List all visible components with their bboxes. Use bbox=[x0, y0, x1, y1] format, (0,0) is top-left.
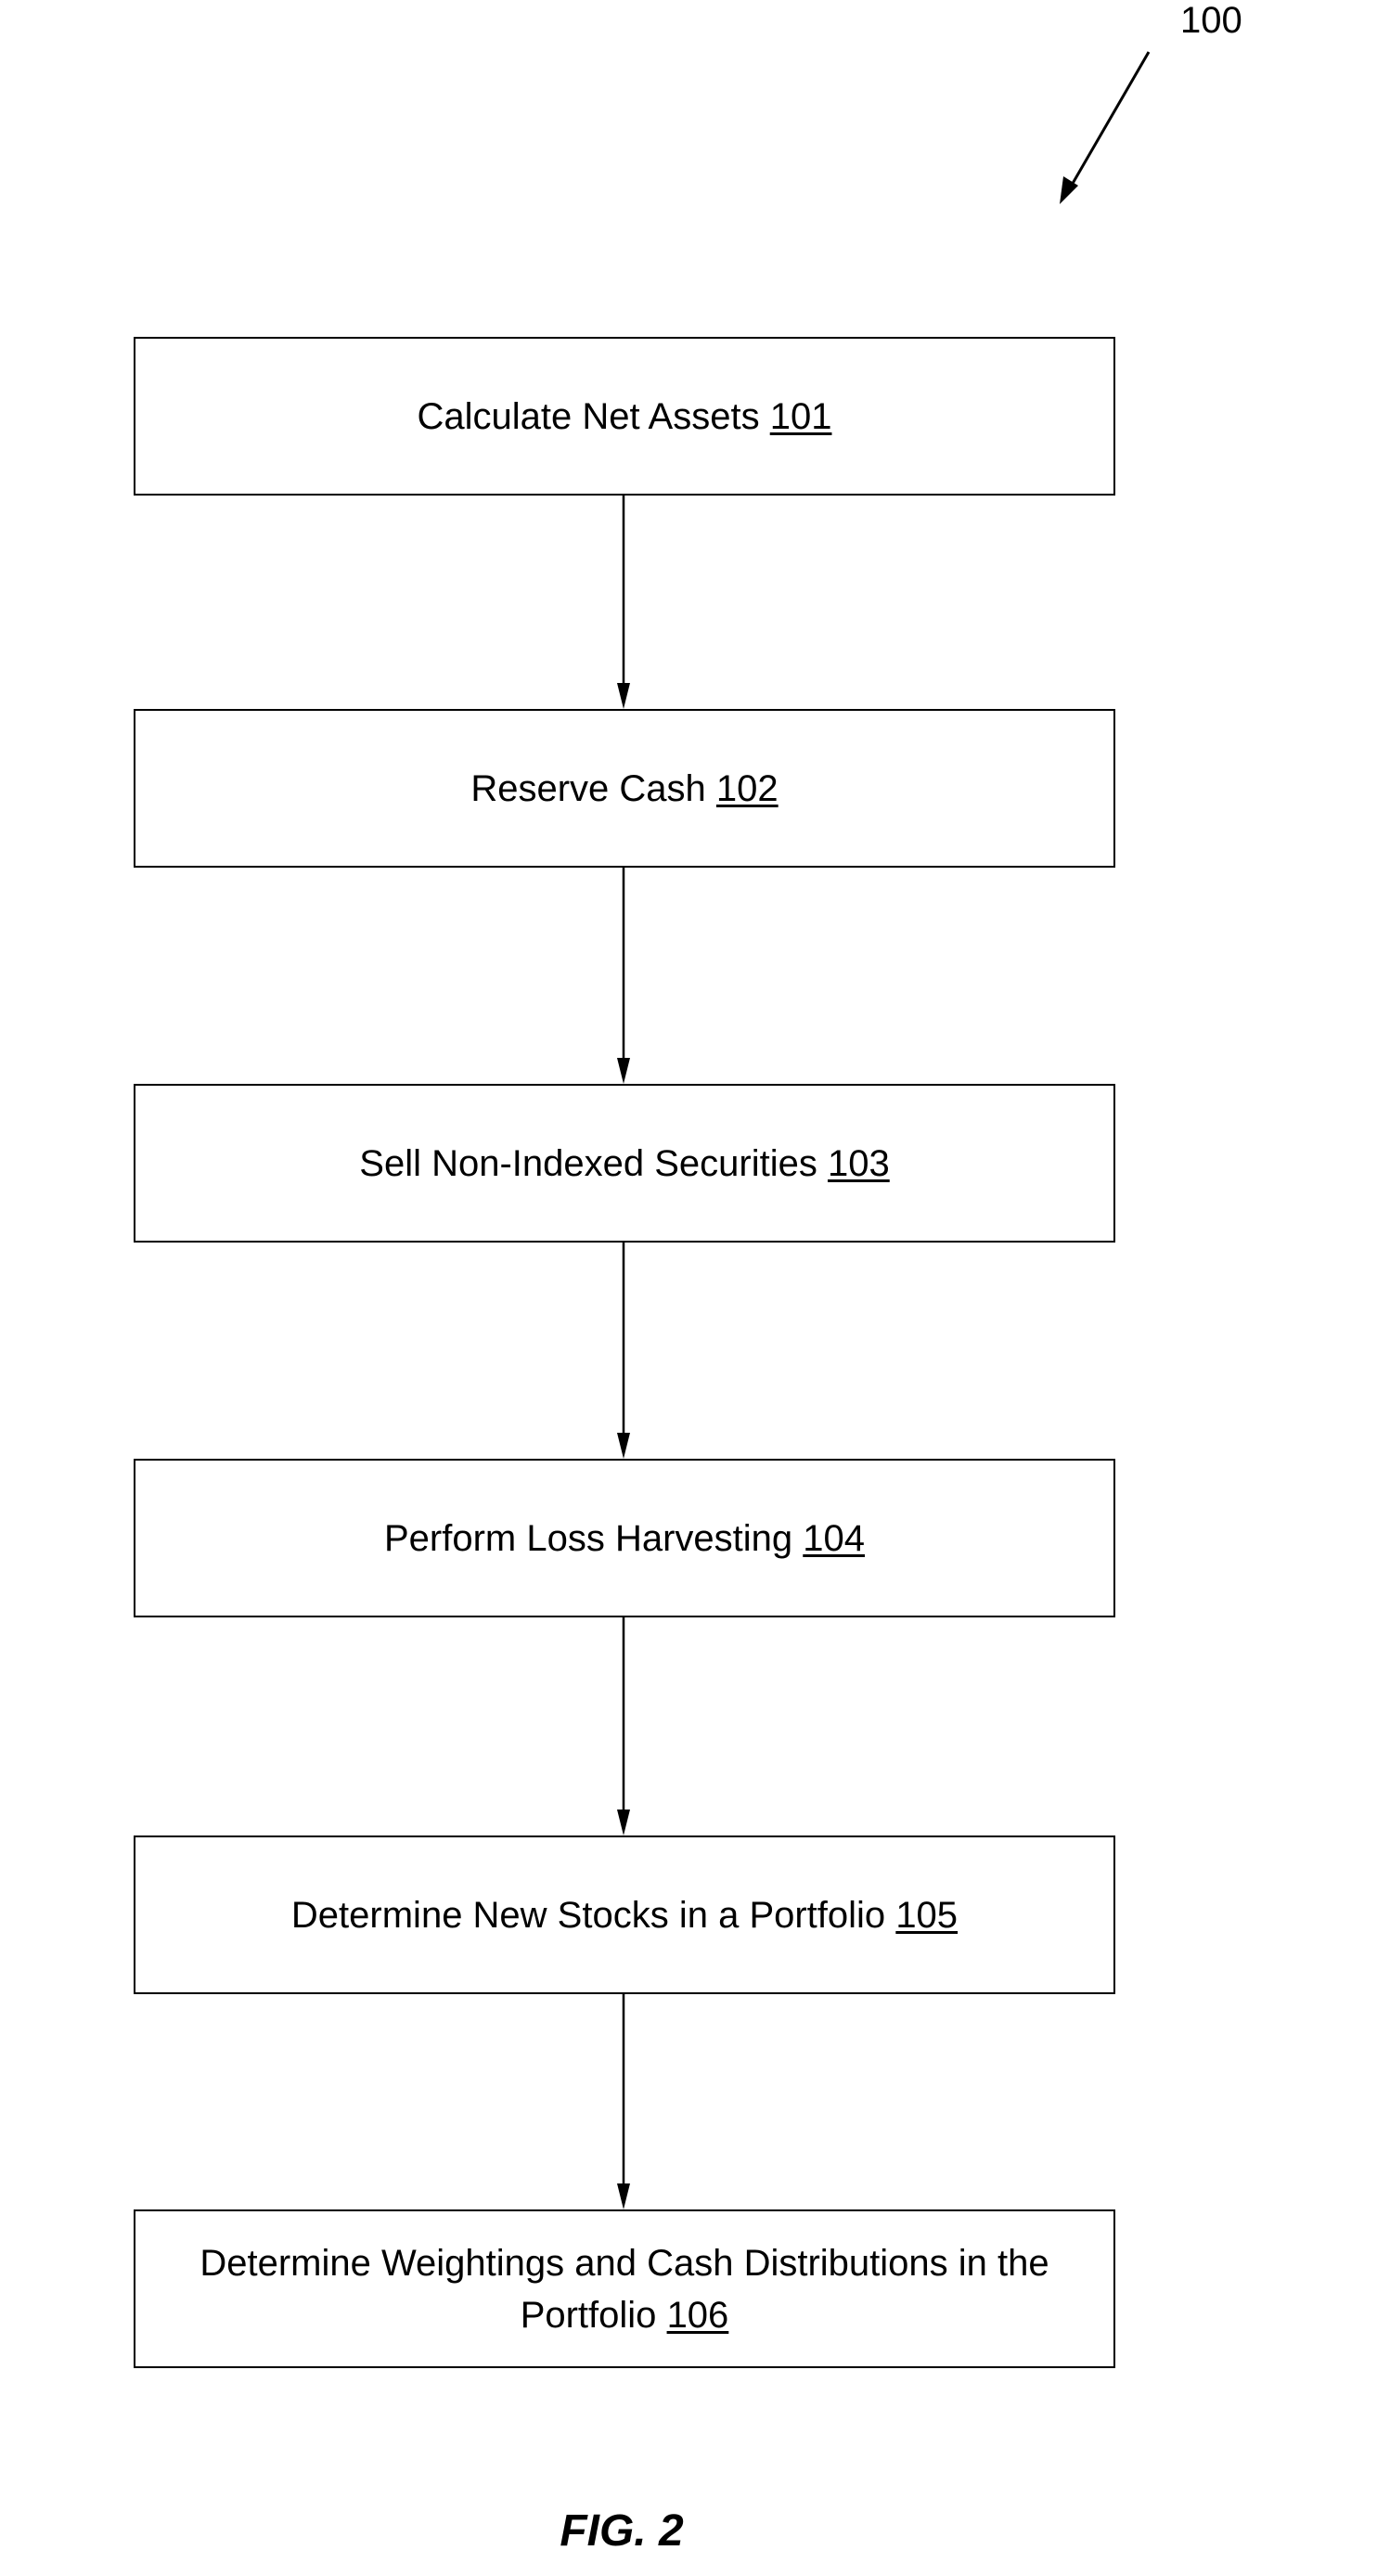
step-ref: 105 bbox=[895, 1894, 959, 1936]
step-label: Determine Weightings and Cash Distributi… bbox=[199, 2242, 1049, 2336]
step-label: Reserve Cash bbox=[470, 767, 706, 809]
step-box-101: Calculate Net Assets 101 bbox=[134, 337, 1115, 496]
step-box-104: Perform Loss Harvesting 104 bbox=[134, 1459, 1115, 1617]
connector-arrowhead bbox=[617, 2183, 630, 2209]
step-label: Calculate Net Assets bbox=[417, 395, 760, 437]
step-ref: 103 bbox=[827, 1142, 890, 1184]
step-box-105: Determine New Stocks in a Portfolio 105 bbox=[134, 1835, 1115, 1994]
step-label: Determine New Stocks in a Portfolio bbox=[290, 1894, 886, 1936]
figure-caption: FIG. 2 bbox=[560, 2506, 684, 2556]
step-ref: 101 bbox=[769, 395, 832, 437]
step-box-103: Sell Non-Indexed Securities 103 bbox=[134, 1084, 1115, 1243]
step-label: Sell Non-Indexed Securities bbox=[359, 1142, 817, 1184]
connector-arrowhead bbox=[617, 1058, 630, 1084]
step-label: Perform Loss Harvesting bbox=[383, 1517, 793, 1559]
step-box-102: Reserve Cash 102 bbox=[134, 709, 1115, 868]
step-ref: 104 bbox=[803, 1517, 866, 1559]
step-ref: 106 bbox=[666, 2294, 729, 2336]
reference-arrow-100 bbox=[1065, 51, 1151, 194]
connector-arrowhead bbox=[617, 1433, 630, 1459]
connector-arrowhead bbox=[617, 1810, 630, 1835]
connector-arrowhead bbox=[617, 683, 630, 709]
step-ref: 102 bbox=[715, 767, 779, 809]
step-box-106: Determine Weightings and Cash Distributi… bbox=[134, 2209, 1115, 2368]
figure-reference-numeral: 100 bbox=[1180, 0, 1242, 41]
